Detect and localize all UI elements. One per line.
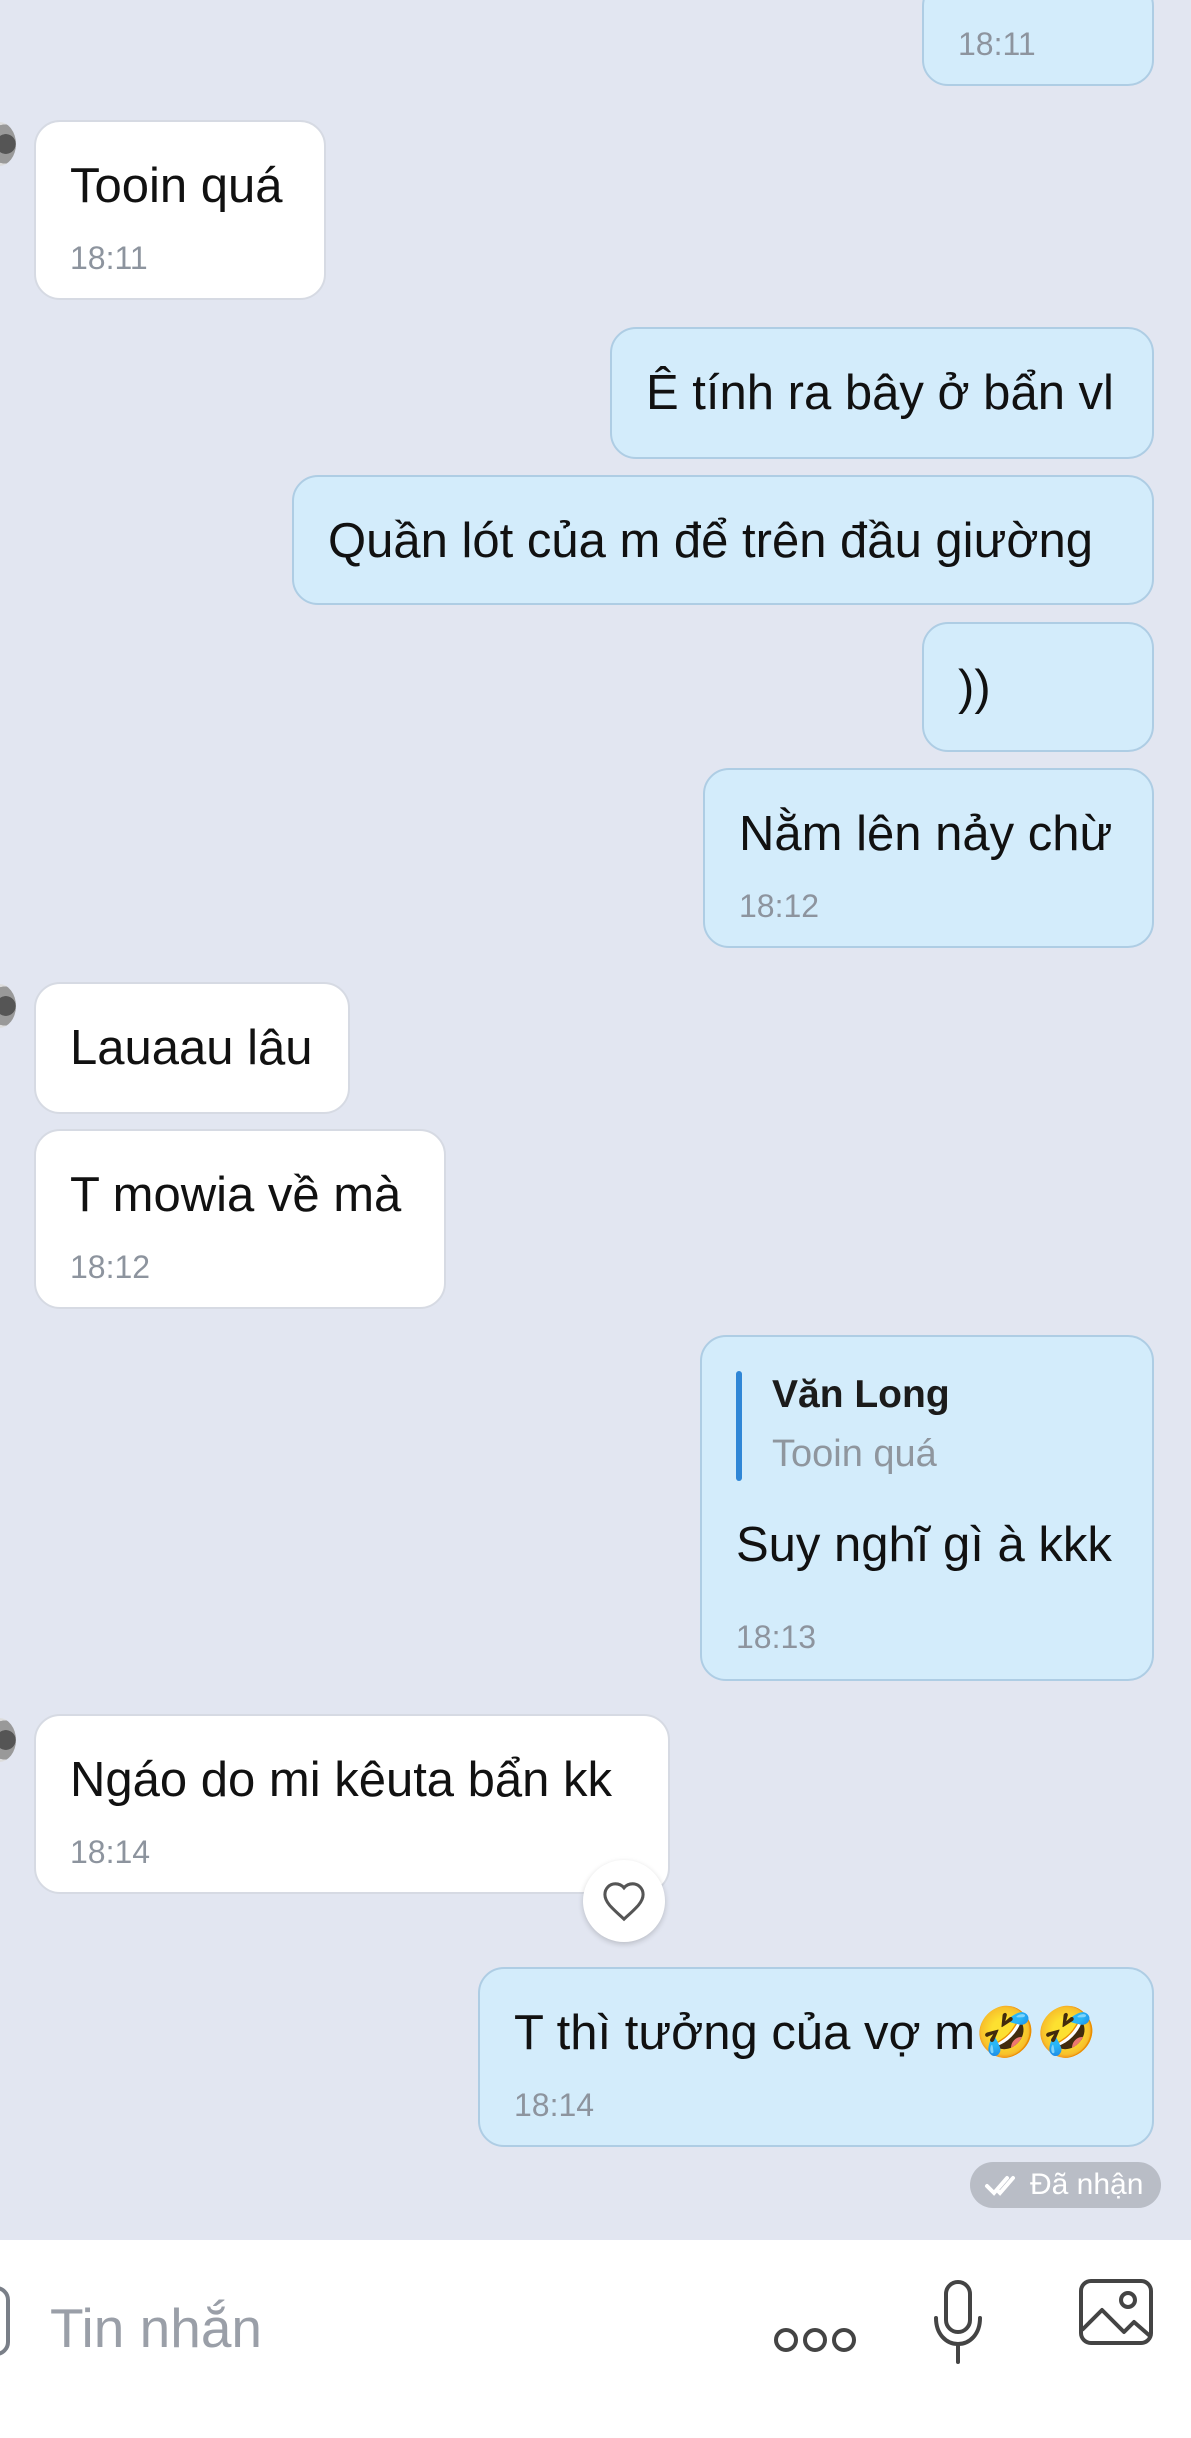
message-input[interactable]: Tin nhắn (50, 2296, 262, 2360)
delivery-status-label: Đã nhận (1030, 2168, 1144, 2201)
message-composer: Tin nhắn (0, 2240, 1191, 2438)
message-time: 18:12 (70, 1249, 151, 1285)
double-check-icon (985, 2176, 1015, 2196)
message-bubble-incoming[interactable]: Ngáo do mi kêuta bẩn kk 18:14 (34, 1714, 670, 1894)
message-time: 18:13 (736, 1619, 817, 1655)
emoji-button-edge[interactable] (0, 2286, 10, 2356)
message-bubble-incoming[interactable]: T mowia về mà 18:12 (34, 1129, 446, 1309)
reaction-button[interactable] (583, 1860, 665, 1942)
message-bubble-incoming[interactable]: Tooin quá 18:11 (34, 120, 326, 300)
message-text: Ê tính ra bây ở bẩn vl (646, 366, 1114, 420)
message-bubble-outgoing[interactable]: )) (922, 622, 1154, 752)
message-bubble-outgoing[interactable]: Ê tính ra bây ở bẩn vl (610, 327, 1154, 459)
message-text: T mowia về mà (70, 1168, 402, 1222)
message-text: Ngáo do mi kêuta bẩn kk (70, 1753, 613, 1807)
message-text: )) (958, 661, 991, 715)
message-time: 18:11 (70, 240, 148, 276)
message-bubble-outgoing[interactable]: Văn Long Tooin quá Suy nghĩ gì à kkk 18:… (700, 1335, 1154, 1681)
message-time: 18:14 (514, 2087, 595, 2123)
message-bubble-outgoing[interactable]: 18:11 (922, 0, 1154, 86)
message-text: Tooin quá (70, 159, 283, 213)
message-bubble-outgoing[interactable]: Quần lót của m để trên đầu giường (292, 475, 1154, 605)
microphone-icon[interactable] (930, 2278, 986, 2368)
message-text: Quần lót của m để trên đầu giường (328, 514, 1094, 568)
message-time: 18:14 (70, 1834, 151, 1870)
message-bubble-outgoing[interactable]: Nằm lên nảy chừ 18:12 (703, 768, 1154, 948)
message-time: 18:11 (958, 26, 1036, 62)
message-bubble-incoming[interactable]: Lauaau lâu (34, 982, 350, 1114)
avatar[interactable] (0, 984, 16, 1028)
quote-bar (736, 1371, 742, 1481)
more-dots-icon[interactable] (772, 2324, 858, 2356)
quote-text: Tooin quá (772, 1433, 937, 1475)
message-text: Nằm lên nảy chừ (739, 807, 1113, 861)
heart-icon (603, 1882, 645, 1922)
quote-author: Văn Long (772, 1373, 950, 1416)
avatar[interactable] (0, 1718, 16, 1762)
delivery-status-badge: Đã nhận (970, 2162, 1162, 2208)
message-time: 18:12 (739, 888, 820, 924)
image-icon[interactable] (1078, 2278, 1154, 2346)
avatar[interactable] (0, 122, 16, 166)
message-text: T thì tưởng của vợ m🤣🤣 (514, 2006, 1098, 2060)
message-bubble-outgoing[interactable]: T thì tưởng của vợ m🤣🤣 18:14 (478, 1967, 1154, 2147)
message-text: Lauaau lâu (70, 1021, 313, 1075)
message-text: Suy nghĩ gì à kkk (736, 1518, 1112, 1572)
